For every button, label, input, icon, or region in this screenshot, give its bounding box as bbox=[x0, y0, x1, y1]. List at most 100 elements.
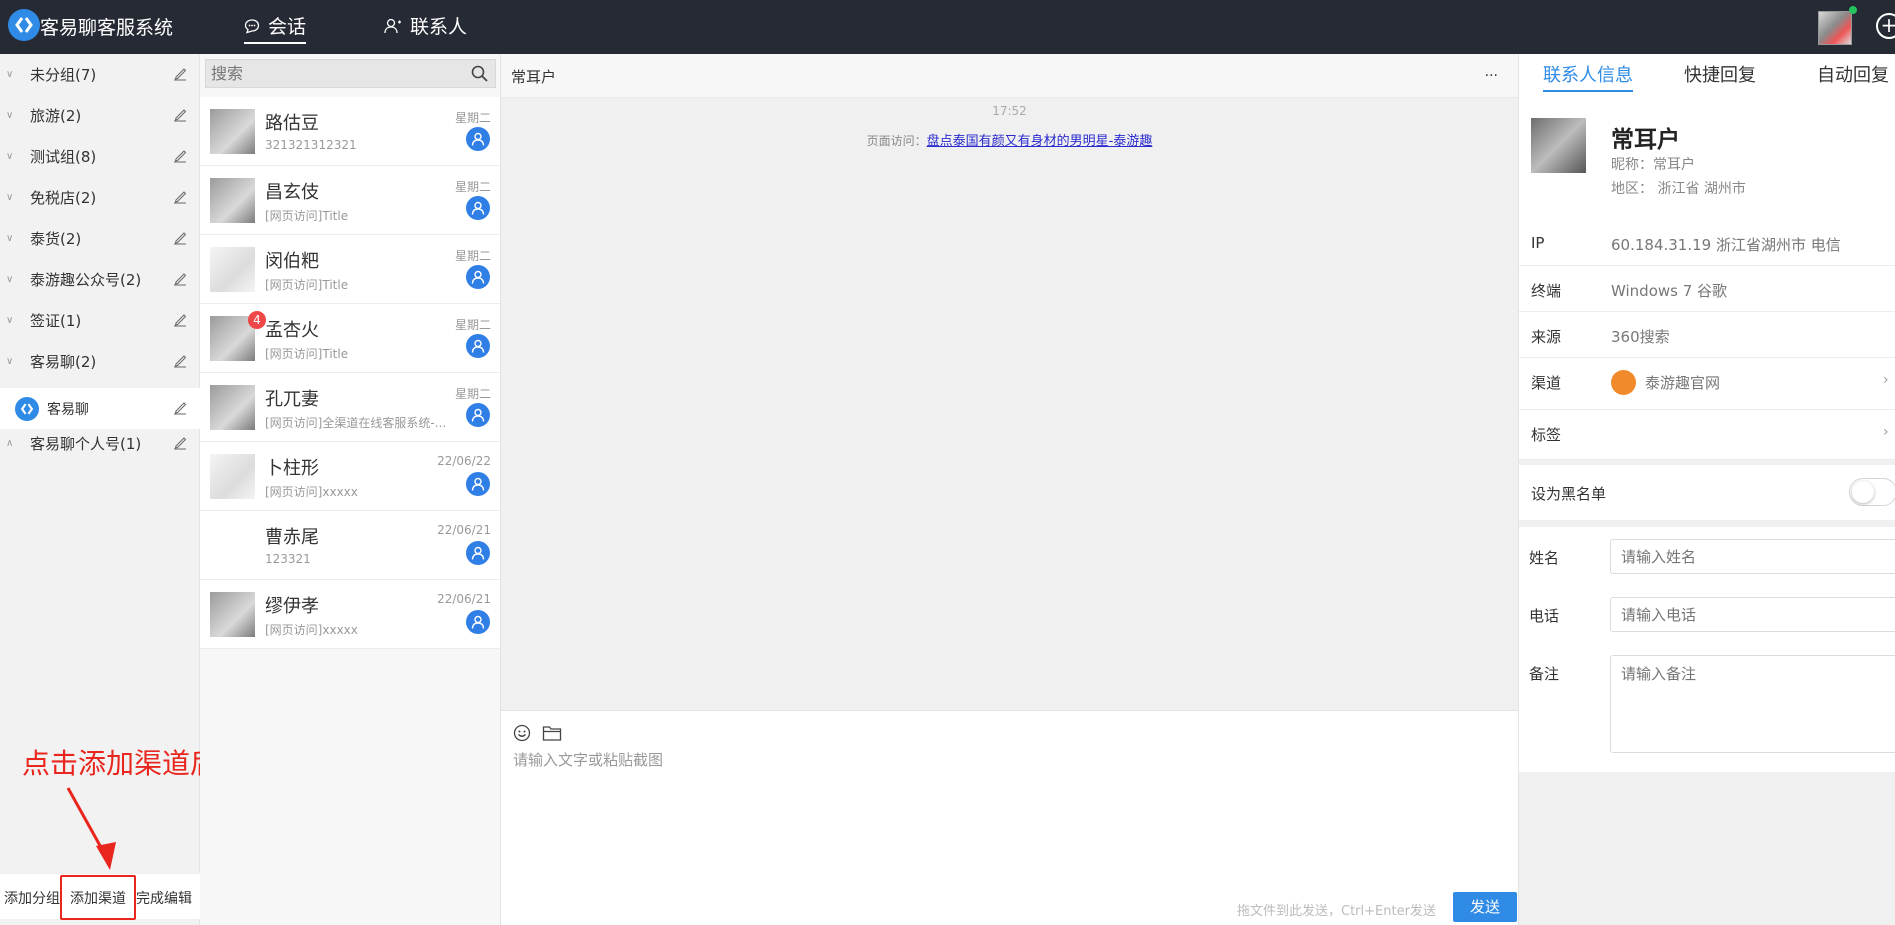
nav-chat-tab[interactable]: 会话 bbox=[244, 12, 307, 44]
subgroup-item[interactable]: 客易聊 bbox=[0, 388, 200, 429]
group-item[interactable]: ∨ 免税店(2) bbox=[0, 177, 200, 218]
edit-icon[interactable] bbox=[173, 67, 187, 81]
tab-auto-reply[interactable]: 自动回复 bbox=[1817, 61, 1889, 90]
blacklist-toggle[interactable] bbox=[1849, 478, 1895, 506]
contact-avatar bbox=[1531, 118, 1586, 173]
message-composer[interactable]: 请输入文字或粘贴截图 拖文件到此发送，Ctrl+Enter发送 发送 bbox=[501, 710, 1518, 925]
edit-icon[interactable] bbox=[173, 272, 187, 286]
search-icon[interactable] bbox=[471, 65, 488, 82]
chevron-down-icon[interactable]: ∨ bbox=[6, 151, 13, 162]
contact-nickname: 昵称：常耳户 bbox=[1611, 157, 1695, 173]
send-button[interactable]: 发送 bbox=[1453, 892, 1517, 922]
chevron-down-icon[interactable]: ∨ bbox=[6, 356, 13, 367]
conversation-name: 昌玄伎 bbox=[265, 182, 319, 203]
contact-thumbnail bbox=[210, 592, 255, 637]
channel-logo-icon bbox=[15, 397, 39, 421]
conversation-item[interactable]: 卜柱形 [网页访问]xxxxx 22/06/22 bbox=[200, 442, 500, 511]
contact-form: 姓名 电话 备注 bbox=[1519, 527, 1895, 772]
conversation-preview: [网页访问]xxxxx bbox=[265, 623, 358, 637]
conversation-time: 星期二 bbox=[454, 249, 491, 263]
message-input[interactable]: 请输入文字或粘贴截图 bbox=[513, 749, 663, 770]
group-label: 免税店(2) bbox=[30, 189, 97, 207]
group-item[interactable]: ∨ 测试组(8) bbox=[0, 136, 200, 177]
user-icon bbox=[466, 127, 490, 151]
nav-contacts-tab[interactable]: 联系人 bbox=[384, 12, 467, 39]
conversation-item[interactable]: 昌玄伎 [网页访问]Title 星期二 bbox=[200, 166, 500, 235]
chat-area: 常耳户 ... 17:52 页面访问：盘点泰国有颜又有身材的男明星-泰游趣 请输… bbox=[501, 54, 1518, 925]
group-item[interactable]: ∨ 旅游(2) bbox=[0, 95, 200, 136]
phone-field[interactable] bbox=[1610, 597, 1895, 632]
edit-icon[interactable] bbox=[173, 108, 187, 122]
conversation-item[interactable]: 4 孟杏火 [网页访问]Title 星期二 bbox=[200, 304, 500, 373]
name-field[interactable] bbox=[1610, 539, 1895, 574]
conversation-name: 曹赤尾 bbox=[265, 527, 319, 548]
tab-quick-reply[interactable]: 快捷回复 bbox=[1684, 61, 1756, 90]
group-item[interactable]: ∧ 客易聊个人号(1) bbox=[0, 423, 200, 464]
conversation-item[interactable]: 缪伊孝 [网页访问]xxxxx 22/06/21 bbox=[200, 580, 500, 649]
group-item[interactable]: ∨ 泰货(2) bbox=[0, 218, 200, 259]
top-bar: 客易聊客服系统 会话 联系人 + bbox=[0, 0, 1895, 54]
chevron-down-icon[interactable]: ∨ bbox=[6, 110, 13, 121]
more-options-icon[interactable]: ... bbox=[1485, 64, 1498, 80]
info-row-terminal: 终端 Windows 7 谷歌 bbox=[1519, 266, 1895, 312]
info-row-ip: IP 60.184.31.19 浙江省湖州市 电信 bbox=[1519, 220, 1895, 266]
info-row-tags[interactable]: 标签 › bbox=[1519, 410, 1895, 460]
conversation-preview: 321321312321 bbox=[265, 138, 357, 152]
info-key: IP bbox=[1531, 234, 1545, 252]
contact-info-panel: 联系人信息 快捷回复 自动回复 常耳户 昵称：常耳户 地区： 浙江省 湖州市 I… bbox=[1518, 54, 1895, 925]
unread-badge: 4 bbox=[248, 311, 266, 329]
edit-icon[interactable] bbox=[173, 354, 187, 368]
chat-header: 常耳户 ... bbox=[501, 54, 1518, 98]
edit-icon[interactable] bbox=[173, 313, 187, 327]
edit-icon[interactable] bbox=[173, 436, 187, 450]
conversation-preview: [网页访问]xxxxx bbox=[265, 485, 358, 499]
search-box[interactable] bbox=[205, 59, 496, 88]
group-item[interactable]: ∨ 签证(1) bbox=[0, 300, 200, 341]
chevron-down-icon[interactable]: ∨ bbox=[6, 315, 13, 326]
conversation-name: 闵伯粑 bbox=[265, 251, 319, 272]
group-label: 泰游趣公众号(2) bbox=[30, 271, 142, 289]
subgroup-label: 客易聊 bbox=[47, 401, 89, 418]
edit-icon[interactable] bbox=[173, 149, 187, 163]
conversation-item[interactable]: 闵伯粑 [网页访问]Title 星期二 bbox=[200, 235, 500, 304]
chevron-up-icon[interactable]: ∧ bbox=[6, 438, 13, 449]
folder-icon[interactable] bbox=[542, 724, 562, 742]
group-label: 客易聊个人号(1) bbox=[30, 435, 142, 453]
add-group-button[interactable]: 添加分组 bbox=[4, 888, 60, 908]
group-item[interactable]: ∨ 客易聊(2) bbox=[0, 341, 200, 382]
edit-icon[interactable] bbox=[173, 401, 187, 415]
group-item[interactable]: ∨ 泰游趣公众号(2) bbox=[0, 259, 200, 300]
chevron-down-icon[interactable]: ∨ bbox=[6, 69, 13, 80]
chevron-down-icon[interactable]: ∨ bbox=[6, 192, 13, 203]
note-field[interactable] bbox=[1610, 655, 1895, 753]
tab-contact-info[interactable]: 联系人信息 bbox=[1543, 61, 1633, 92]
user-icon bbox=[466, 403, 490, 427]
edit-icon[interactable] bbox=[173, 190, 187, 204]
visit-link[interactable]: 盘点泰国有颜又有身材的男明星-泰游趣 bbox=[927, 134, 1153, 149]
highlight-box bbox=[60, 875, 136, 920]
done-editing-button[interactable]: 完成编辑 bbox=[136, 888, 192, 908]
group-item[interactable]: ∨ 未分组(7) bbox=[0, 54, 200, 95]
user-avatar[interactable] bbox=[1818, 11, 1852, 45]
emoji-icon[interactable] bbox=[513, 724, 531, 742]
conversation-name: 孟杏火 bbox=[265, 320, 319, 341]
chevron-down-icon[interactable]: ∨ bbox=[6, 233, 13, 244]
user-icon bbox=[466, 334, 490, 358]
chevron-right-icon[interactable]: › bbox=[1883, 424, 1889, 440]
chevron-right-icon[interactable]: › bbox=[1883, 372, 1889, 388]
conversation-item[interactable]: 孔兀妻 [网页访问]全渠道在线客服系统-... 星期二 bbox=[200, 373, 500, 442]
search-input[interactable] bbox=[206, 60, 446, 87]
conversation-item[interactable]: 曹赤尾 123321 22/06/21 bbox=[200, 511, 500, 580]
conversation-list-panel: 路估豆321321312321星期二昌玄伎[网页访问]Title星期二闵伯粑[网… bbox=[200, 54, 501, 925]
info-row-channel[interactable]: 渠道 泰游趣官网 › bbox=[1519, 358, 1895, 410]
group-label: 旅游(2) bbox=[30, 107, 82, 125]
conversation-item[interactable]: 路估豆 321321312321 星期二 bbox=[200, 97, 500, 166]
edit-icon[interactable] bbox=[173, 231, 187, 245]
info-key: 来源 bbox=[1531, 328, 1562, 346]
user-icon bbox=[466, 196, 490, 220]
chevron-down-icon[interactable]: ∨ bbox=[6, 274, 13, 285]
send-hint: 拖文件到此发送，Ctrl+Enter发送 bbox=[1237, 904, 1436, 919]
info-key: 标签 bbox=[1531, 426, 1562, 444]
add-icon[interactable]: + bbox=[1876, 13, 1895, 39]
info-value: 360搜索 bbox=[1611, 328, 1670, 346]
